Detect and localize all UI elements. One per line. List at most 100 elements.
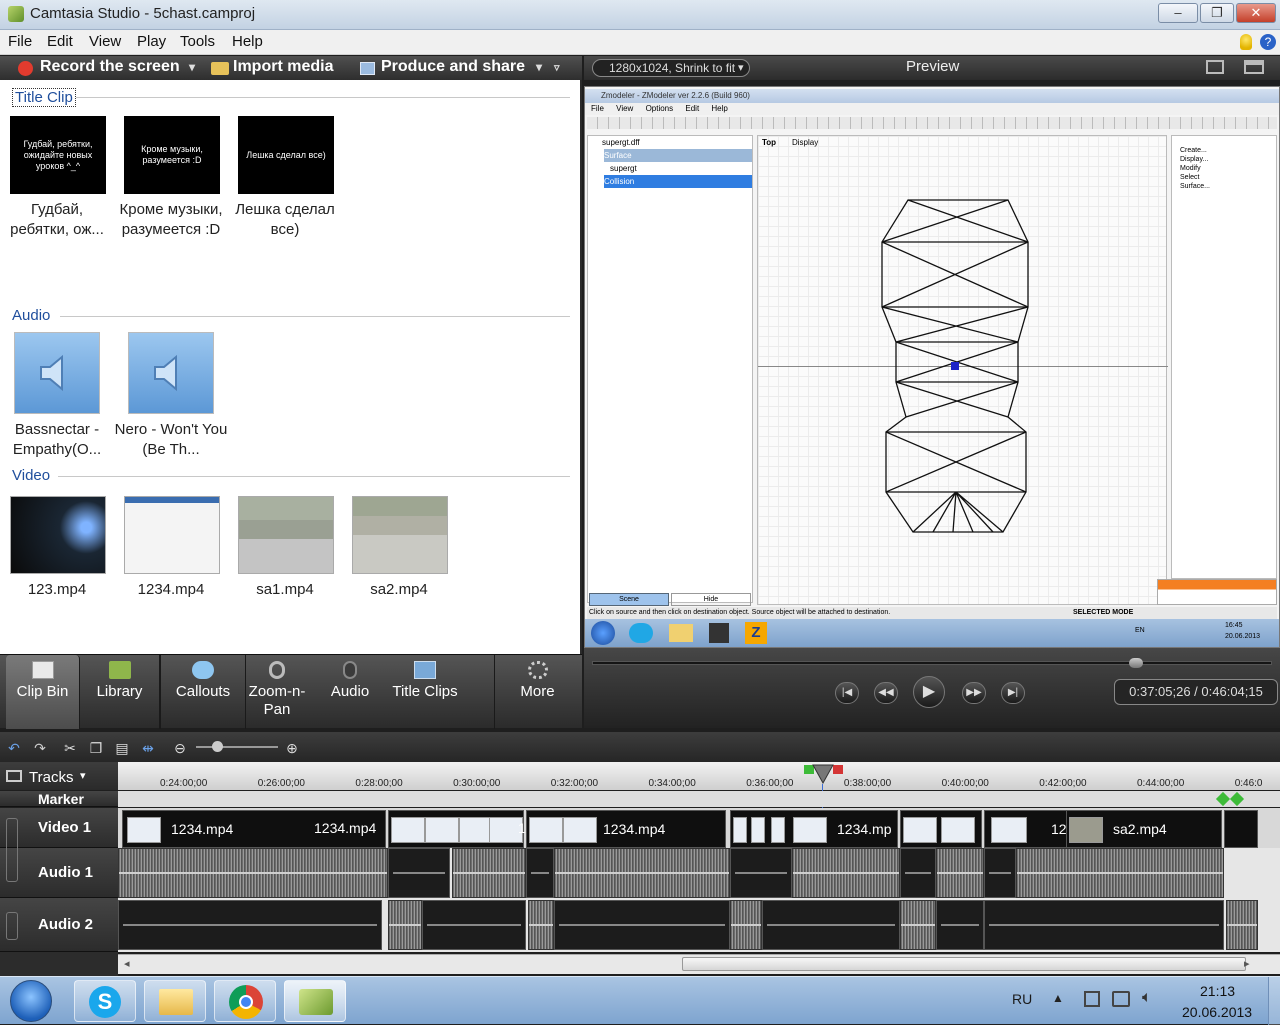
seek-track[interactable] xyxy=(592,661,1272,665)
zoom-in-icon[interactable]: ⊕ xyxy=(284,740,300,756)
cut-icon[interactable]: ✂ xyxy=(62,740,78,756)
menu-view[interactable]: View xyxy=(89,33,121,50)
zoom-out-icon[interactable]: ⊖ xyxy=(172,740,188,756)
tip-bulb-icon[interactable] xyxy=(1240,34,1252,50)
audio-clip[interactable] xyxy=(936,900,984,950)
preview-canvas[interactable]: Zmodeler - ZModeler ver 2.2.6 (Build 960… xyxy=(584,86,1280,648)
audio-waveform[interactable] xyxy=(388,900,422,950)
audio-clip[interactable] xyxy=(984,900,1224,950)
produce-dropdown-icon[interactable]: ▾ xyxy=(536,60,542,74)
detach-preview-icon[interactable] xyxy=(1244,60,1264,74)
menu-file[interactable]: File xyxy=(8,33,32,50)
minimize-button[interactable]: ‒ xyxy=(1158,3,1198,23)
video-1-track[interactable]: 1234.mp4 1234.mp4 1 1234.mp4 1234.mp 123… xyxy=(118,808,1280,848)
maximize-button[interactable]: ❐ xyxy=(1200,3,1234,23)
audio-clip[interactable] xyxy=(762,900,900,950)
language-indicator[interactable]: RU xyxy=(1012,991,1032,1007)
audio-clip[interactable] xyxy=(422,900,526,950)
menu-play[interactable]: Play xyxy=(137,33,166,50)
audio-clip[interactable] xyxy=(730,848,792,898)
video-clip-thumbnail[interactable] xyxy=(10,496,106,574)
chevron-down-icon[interactable]: ▾ xyxy=(80,769,86,782)
seek-handle[interactable] xyxy=(1129,658,1143,668)
audio-clip[interactable] xyxy=(984,848,1016,898)
audio-waveform[interactable] xyxy=(936,848,984,898)
preview-size-select[interactable]: 1280x1024, Shrink to fit xyxy=(592,59,750,77)
video-clip[interactable]: sa2.mp4 xyxy=(1066,810,1222,848)
title-clip-thumbnail[interactable]: Гудбай, ребятки, ожидайте новых уроков ^… xyxy=(10,116,106,194)
audio-waveform[interactable] xyxy=(1016,848,1224,898)
marker-icon[interactable] xyxy=(1229,791,1245,807)
timeline-scrollbar[interactable]: ◂ ▸ xyxy=(118,954,1280,974)
network-icon[interactable] xyxy=(1112,991,1130,1007)
audio-waveform[interactable] xyxy=(528,900,554,950)
redo-icon[interactable]: ↷ xyxy=(32,740,48,756)
audio-waveform[interactable] xyxy=(452,848,526,898)
video-clip-thumbnail[interactable] xyxy=(352,496,448,574)
jump-start-button[interactable]: |◀ xyxy=(835,682,859,704)
video-clip[interactable] xyxy=(900,810,982,848)
jump-end-button[interactable]: ▶| xyxy=(1001,682,1025,704)
produce-share-button[interactable]: Produce and share xyxy=(381,58,525,76)
audio-waveform[interactable] xyxy=(554,848,730,898)
audio-waveform[interactable] xyxy=(730,900,762,950)
undo-icon[interactable]: ↶ xyxy=(6,740,22,756)
audio-clip[interactable] xyxy=(388,848,450,898)
fullscreen-icon[interactable] xyxy=(1206,60,1224,74)
audio-waveform[interactable] xyxy=(118,848,388,898)
selection-end-icon[interactable] xyxy=(833,765,843,774)
title-clip-thumbnail[interactable]: Лешка сделал все) xyxy=(238,116,334,194)
rewind-button[interactable]: ◀◀ xyxy=(874,682,898,704)
scroll-left-icon[interactable]: ◂ xyxy=(124,957,130,970)
action-center-icon[interactable] xyxy=(1084,991,1100,1007)
menu-edit[interactable]: Edit xyxy=(47,33,73,50)
taskbar-skype[interactable]: S xyxy=(74,980,136,1022)
tab-callouts[interactable]: Callouts xyxy=(160,655,246,729)
start-button-icon[interactable] xyxy=(10,980,52,1022)
clock-time[interactable]: 21:13 xyxy=(1200,983,1235,999)
lock-icon[interactable] xyxy=(6,912,18,940)
audio-clip-thumbnail[interactable] xyxy=(128,332,214,414)
audio-clip[interactable] xyxy=(554,900,730,950)
video-clip-thumbnail[interactable] xyxy=(124,496,220,574)
playhead-icon[interactable] xyxy=(812,764,834,784)
video-clip-thumbnail[interactable] xyxy=(238,496,334,574)
audio-1-track[interactable] xyxy=(118,848,1280,898)
audio-clip[interactable] xyxy=(526,848,554,898)
play-button[interactable]: ▶ xyxy=(913,676,945,708)
tab-clip-bin[interactable]: Clip Bin xyxy=(6,655,80,729)
audio-clip-thumbnail[interactable] xyxy=(14,332,100,414)
copy-icon[interactable]: ❐ xyxy=(88,740,104,756)
audio-waveform[interactable] xyxy=(792,848,900,898)
show-desktop-button[interactable] xyxy=(1268,977,1280,1025)
title-clip-thumbnail[interactable]: Кроме музыки, разумеется :D xyxy=(124,116,220,194)
close-button[interactable]: ✕ xyxy=(1236,3,1276,23)
show-hidden-icons-icon[interactable]: ▲ xyxy=(1052,991,1064,1005)
audio-2-track[interactable] xyxy=(118,898,1280,952)
timeline-ruler[interactable]: 0:24:00;00 0:26:00;00 0:28:00;00 0:30:00;00… xyxy=(118,762,1280,790)
help-icon[interactable]: ? xyxy=(1260,34,1276,50)
record-screen-button[interactable]: Record the screen xyxy=(40,58,180,76)
zoom-slider[interactable] xyxy=(196,746,278,748)
taskbar-camtasia[interactable] xyxy=(284,980,346,1022)
fast-forward-button[interactable]: ▶▶ xyxy=(962,682,986,704)
clock-date[interactable]: 20.06.2013 xyxy=(1182,1004,1252,1020)
zoom-slider-handle[interactable] xyxy=(212,741,223,752)
tab-title-clips[interactable]: Title Clips xyxy=(390,655,460,729)
volume-icon[interactable]: 🔈︎ xyxy=(1142,989,1152,1007)
scroll-right-icon[interactable]: ▸ xyxy=(1244,957,1250,970)
tracks-label[interactable]: Tracks xyxy=(29,769,73,786)
taskbar-chrome[interactable] xyxy=(214,980,276,1022)
audio-waveform[interactable] xyxy=(1226,900,1258,950)
video-clip[interactable]: 1234.mp4 xyxy=(526,810,726,848)
toolbar-overflow-icon[interactable]: ▿ xyxy=(554,61,560,74)
paste-icon[interactable]: ▤ xyxy=(114,740,130,756)
record-dropdown-icon[interactable]: ▾ xyxy=(189,60,195,74)
tab-audio[interactable]: Audio xyxy=(318,655,382,729)
menu-help[interactable]: Help xyxy=(232,33,263,50)
audio-clip[interactable] xyxy=(118,900,382,950)
taskbar-explorer[interactable] xyxy=(144,980,206,1022)
tab-zoom-n-pan[interactable]: Zoom-n-Pan xyxy=(246,655,308,729)
tab-library[interactable]: Library xyxy=(80,655,160,729)
video-clip[interactable] xyxy=(1224,810,1258,848)
